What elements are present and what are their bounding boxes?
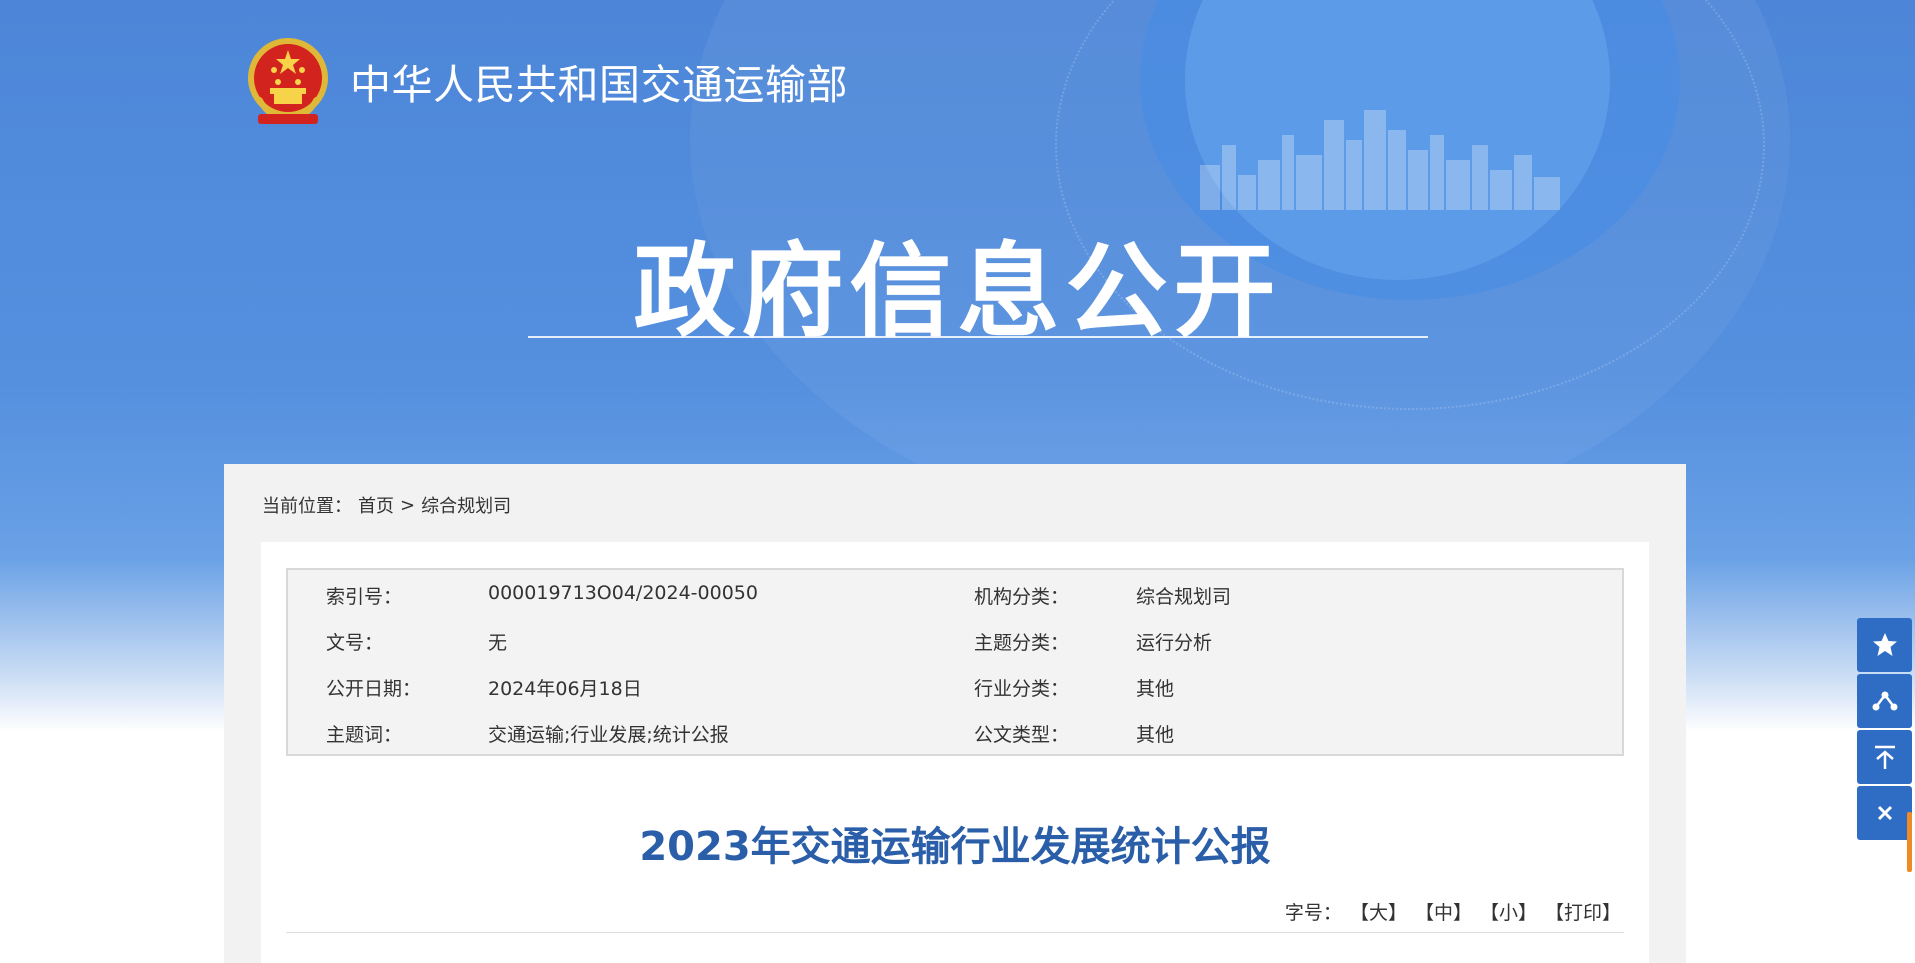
breadcrumb-separator: > bbox=[400, 494, 416, 516]
metadata-row: 文号： 无 主题分类： 运行分析 bbox=[288, 616, 1622, 662]
page-hero-title: 政府信息公开 bbox=[633, 233, 1282, 352]
breadcrumb: 当前位置： 首页 > 综合规划司 bbox=[262, 492, 511, 518]
article-panel: 索引号： 000019713O04/2024-00050 机构分类： 综合规划司… bbox=[261, 542, 1649, 963]
metadata-key: 公文类型： bbox=[974, 724, 1070, 746]
share-button[interactable] bbox=[1857, 674, 1912, 728]
scrollbar-thumb[interactable] bbox=[1907, 812, 1912, 872]
ministry-name: 中华人民共和国交通运输部 bbox=[350, 61, 848, 109]
breadcrumb-home-link[interactable]: 首页 bbox=[358, 492, 394, 518]
breadcrumb-current-link[interactable]: 综合规划司 bbox=[421, 492, 511, 518]
font-medium-button[interactable]: 【中】 bbox=[1415, 898, 1472, 925]
metadata-key: 主题词： bbox=[326, 724, 403, 746]
print-button[interactable]: 【打印】 bbox=[1545, 898, 1621, 925]
metadata-key: 机构分类： bbox=[974, 586, 1070, 608]
site-logo[interactable]: 中华人民共和国交通运输部 bbox=[244, 34, 848, 128]
metadata-key: 行业分类： bbox=[974, 678, 1070, 700]
metadata-value: 2024年06月18日 bbox=[488, 678, 642, 700]
metadata-value: 其他 bbox=[1136, 724, 1175, 746]
document-metadata-table: 索引号： 000019713O04/2024-00050 机构分类： 综合规划司… bbox=[286, 568, 1624, 756]
metadata-row: 索引号： 000019713O04/2024-00050 机构分类： 综合规划司 bbox=[288, 570, 1622, 616]
font-size-tools: 字号： 【大】 【中】 【小】 【打印】 bbox=[1285, 898, 1621, 925]
metadata-value: 综合规划司 bbox=[1136, 586, 1232, 608]
content-card: 当前位置： 首页 > 综合规划司 索引号： 000019713O04/2024-… bbox=[224, 464, 1686, 963]
hero-underline bbox=[528, 336, 1428, 338]
breadcrumb-label: 当前位置： bbox=[262, 496, 352, 517]
metadata-value: 运行分析 bbox=[1136, 632, 1213, 654]
metadata-row: 公开日期： 2024年06月18日 行业分类： 其他 bbox=[288, 662, 1622, 708]
close-sidebar-button[interactable] bbox=[1857, 786, 1912, 840]
font-small-button[interactable]: 【小】 bbox=[1480, 898, 1537, 925]
article-title: 2023年交通运输行业发展统计公报 bbox=[639, 824, 1271, 870]
divider bbox=[286, 932, 1624, 933]
back-to-top-icon bbox=[1874, 745, 1895, 769]
font-large-button[interactable]: 【大】 bbox=[1350, 898, 1407, 925]
back-to-top-button[interactable] bbox=[1857, 730, 1912, 784]
national-emblem-icon bbox=[248, 38, 328, 124]
city-skyline-graphic bbox=[1200, 110, 1560, 210]
star-icon bbox=[1872, 633, 1897, 656]
font-size-label: 字号： bbox=[1284, 902, 1342, 924]
share-icon bbox=[1872, 691, 1897, 711]
metadata-row: 主题词： 交通运输;行业发展;统计公报 公文类型： 其他 bbox=[288, 708, 1622, 754]
metadata-key: 索引号： bbox=[326, 586, 403, 608]
metadata-key: 主题分类： bbox=[974, 632, 1070, 654]
metadata-key: 文号： bbox=[326, 632, 384, 654]
metadata-value: 无 bbox=[488, 632, 508, 654]
close-icon bbox=[1877, 805, 1892, 821]
metadata-value: 000019713O04/2024-00050 bbox=[488, 582, 758, 604]
floating-sidebar bbox=[1857, 618, 1912, 840]
metadata-value: 其他 bbox=[1136, 678, 1175, 700]
metadata-value: 交通运输;行业发展;统计公报 bbox=[488, 724, 729, 746]
metadata-key: 公开日期： bbox=[326, 678, 422, 700]
favorite-button[interactable] bbox=[1857, 618, 1912, 672]
